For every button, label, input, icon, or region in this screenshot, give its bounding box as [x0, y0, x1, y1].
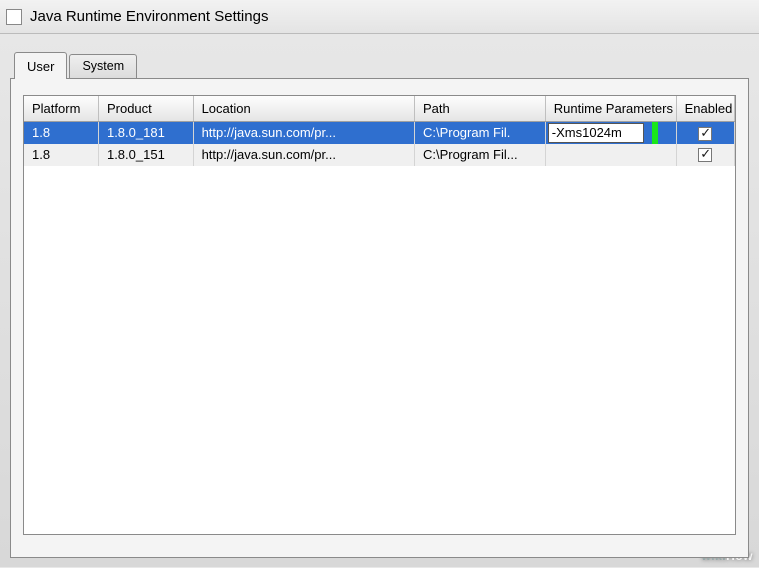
- window-title: Java Runtime Environment Settings: [30, 8, 268, 25]
- col-header-enabled[interactable]: Enabled: [676, 96, 734, 122]
- enabled-checkbox[interactable]: [698, 148, 712, 162]
- col-header-runtime[interactable]: Runtime Parameters: [545, 96, 676, 122]
- tab-system[interactable]: System: [69, 54, 137, 78]
- tab-strip: User System: [10, 52, 749, 78]
- col-header-platform[interactable]: Platform: [24, 96, 98, 122]
- table-row[interactable]: 1.81.8.0_181http://java.sun.com/pr...C:\…: [24, 122, 735, 144]
- app-icon: [6, 9, 22, 25]
- enabled-checkbox[interactable]: [698, 127, 712, 141]
- tab-user[interactable]: User: [14, 52, 67, 79]
- table-body: 1.81.8.0_181http://java.sun.com/pr...C:\…: [24, 122, 735, 166]
- cell-enabled[interactable]: [676, 122, 734, 144]
- col-header-product[interactable]: Product: [98, 96, 193, 122]
- col-header-path[interactable]: Path: [414, 96, 545, 122]
- runtime-parameters-input[interactable]: [548, 123, 644, 143]
- tab-panel-user: Platform Product Location Path Runtime P…: [10, 78, 749, 558]
- cell-location[interactable]: http://java.sun.com/pr...: [193, 144, 414, 166]
- table-row[interactable]: 1.81.8.0_151http://java.sun.com/pr...C:\…: [24, 144, 735, 166]
- col-header-location[interactable]: Location: [193, 96, 414, 122]
- jre-table-container: Platform Product Location Path Runtime P…: [23, 95, 736, 535]
- jre-table: Platform Product Location Path Runtime P…: [24, 96, 735, 166]
- cell-location[interactable]: http://java.sun.com/pr...: [193, 122, 414, 144]
- cell-platform[interactable]: 1.8: [24, 144, 98, 166]
- cell-product[interactable]: 1.8.0_151: [98, 144, 193, 166]
- tab-system-label: System: [82, 59, 124, 73]
- titlebar: Java Runtime Environment Settings: [0, 0, 759, 34]
- tab-user-label: User: [27, 59, 54, 74]
- content-area: User System Platform Product Location Pa…: [0, 34, 759, 568]
- cell-enabled[interactable]: [676, 144, 734, 166]
- table-header-row: Platform Product Location Path Runtime P…: [24, 96, 735, 122]
- cell-path[interactable]: C:\Program Fil.: [414, 122, 545, 144]
- cell-path[interactable]: C:\Program Fil...: [414, 144, 545, 166]
- cell-runtime-parameters[interactable]: [545, 122, 676, 144]
- cell-platform[interactable]: 1.8: [24, 122, 98, 144]
- cell-product[interactable]: 1.8.0_181: [98, 122, 193, 144]
- cell-runtime-parameters[interactable]: [545, 144, 676, 166]
